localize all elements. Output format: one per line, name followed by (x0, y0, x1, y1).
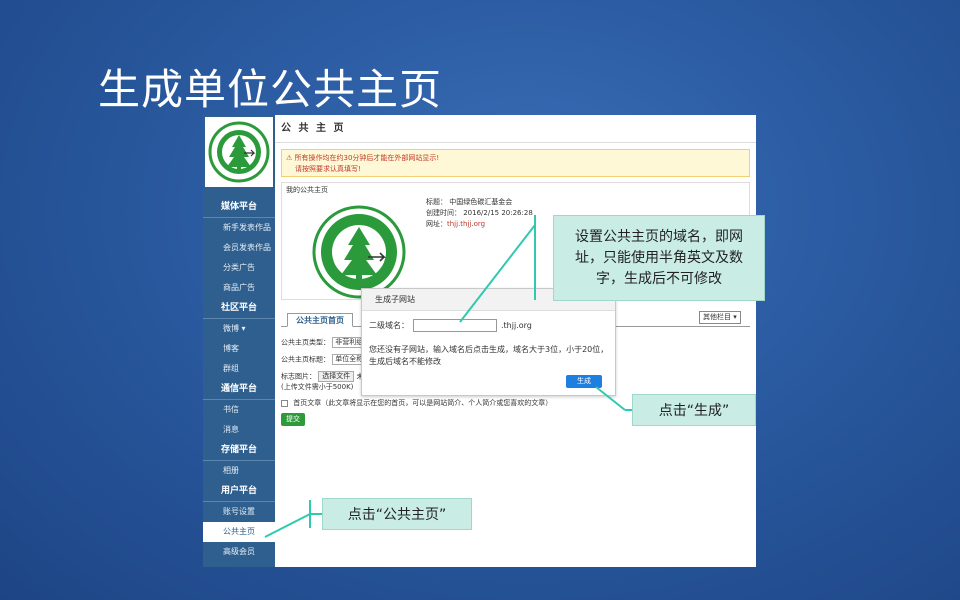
generate-callout: 点击“生成” (632, 394, 756, 426)
image-row: 标志图片： 选择文件 未 (281, 371, 363, 382)
dialog-description: 您还没有子网站，输入域名后点击生成，域名大于3位，小于20位，生成后域名不能修改 (369, 345, 609, 366)
sidebar: 媒体平台 新手发表作品 会员发表作品 分类广告 商品广告 社区平台 微博 ▾ 博客 群组 通信平台… (203, 115, 275, 567)
domain-input[interactable] (413, 319, 497, 332)
sidebar-item[interactable]: 商品广告 (203, 278, 275, 298)
sidebar-item[interactable]: 相册 (203, 461, 275, 481)
choose-file-button[interactable]: 选择文件 (318, 371, 355, 382)
slide-title: 生成单位公共主页 (98, 65, 443, 114)
image-label: 标志图片： (281, 372, 316, 381)
sidebar-item[interactable]: 账号设置 (203, 502, 275, 522)
alert-banner: ⚠ 所有操作均在约30分钟后才能在外部网站显示! 请按照要求认真填写! (281, 149, 750, 177)
sidebar-menu: 媒体平台 新手发表作品 会员发表作品 分类广告 商品广告 社区平台 微博 ▾ 博客 群组 通信平台… (203, 197, 275, 562)
sidebar-item[interactable]: 书信 (203, 400, 275, 420)
sidebar-section-head: 存储平台 (203, 440, 275, 461)
sidebar-item[interactable]: 消息 (203, 420, 275, 440)
submit-button[interactable]: 提交 (281, 413, 305, 426)
homepage-article-row: 首页文章（此文章将显示在您的首页，可以是网站简介、个人简介或您喜欢的文章） (281, 398, 552, 408)
domain-label: 二级域名： (369, 321, 409, 330)
generate-subsite-dialog: 生成子网站 二级域名： .thjj.org 您还没有子网站，输入域名后点击生成，域… (361, 288, 616, 396)
sidebar-item[interactable]: 公共主页 (203, 522, 275, 542)
sidebar-section-head: 媒体平台 (203, 197, 275, 218)
page-header: 公 共 主 页 (275, 115, 756, 143)
site-link[interactable]: thjj.thjj.org (447, 220, 485, 228)
alert-line-1: 所有操作均在约30分钟后才能在外部网站显示! (294, 154, 440, 162)
domain-row: 二级域名： .thjj.org (369, 319, 532, 332)
info-title: 标题： 中国绿色碳汇基金会 (426, 198, 513, 206)
domain-callout: 设置公共主页的域名，即网址，只能使用半角英文及数字，生成后不可修改 (553, 215, 765, 301)
title-row: 公共主页标题： 单位全称 (281, 354, 367, 365)
homepage-article-checkbox[interactable] (281, 399, 288, 407)
alert-line-2: 请按照要求认真填写! (295, 165, 361, 173)
generate-button[interactable]: 生成 (566, 375, 602, 388)
sidebar-item[interactable]: 微博 ▾ (203, 319, 275, 339)
logo (205, 117, 273, 187)
homepage-callout: 点击“公共主页” (322, 498, 472, 530)
sidebar-item[interactable]: 博客 (203, 339, 275, 359)
sidebar-item[interactable]: 高级会员 (203, 542, 275, 562)
sidebar-section-head: 用户平台 (203, 481, 275, 502)
info-box-label: 我的公共主页 (286, 186, 328, 194)
info-lines: 标题： 中国绿色碳汇基金会 创建时间： 2016/2/15 20:26:28 网… (426, 197, 533, 230)
image-note: (上传文件需小于500K) (281, 383, 354, 391)
domain-suffix: .thjj.org (501, 321, 532, 330)
sidebar-item[interactable]: 群组 (203, 359, 275, 379)
info-time: 创建时间： 2016/2/15 20:26:28 (426, 209, 533, 217)
title-label: 公共主页标题： (281, 355, 330, 364)
sidebar-item[interactable]: 新手发表作品 (203, 218, 275, 238)
sidebar-item[interactable]: 分类广告 (203, 258, 275, 278)
info-site-label: 网址： (426, 220, 447, 228)
type-label: 公共主页类型： (281, 338, 330, 347)
sidebar-item[interactable]: 会员发表作品 (203, 238, 275, 258)
type-row: 公共主页类型： 非营利组 (281, 337, 367, 348)
tab-homepage[interactable]: 公共主页首页 (287, 313, 353, 327)
other-columns-select[interactable]: 其他栏目 ▾ (699, 311, 741, 324)
homepage-article-label: 首页文章（此文章将显示在您的首页，可以是网站简介、个人简介或您喜欢的文章） (293, 399, 553, 407)
warning-icon: ⚠ (286, 154, 293, 162)
sidebar-section-head: 通信平台 (203, 379, 275, 400)
sidebar-section-head: 社区平台 (203, 298, 275, 319)
